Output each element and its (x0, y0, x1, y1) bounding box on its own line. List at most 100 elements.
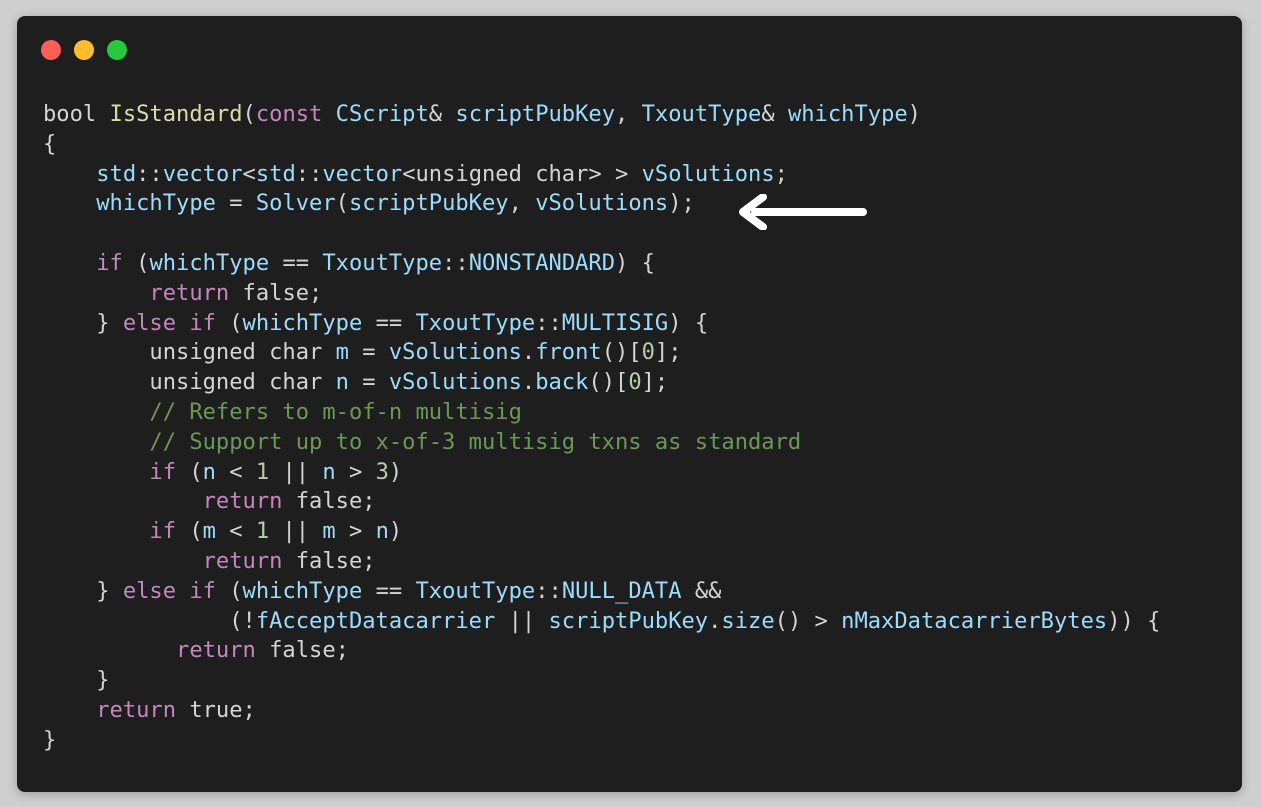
identifier-token: scriptPubKey (548, 607, 709, 634)
code-text: { (43, 130, 57, 157)
identifier-token: nMaxDatacarrierBytes (841, 607, 1108, 634)
code-text: ( (122, 249, 150, 276)
minimize-button[interactable] (74, 40, 94, 60)
code-text: () > (774, 607, 842, 634)
code-text: . (521, 339, 536, 366)
code-text: ]; (654, 339, 682, 366)
keyword-token: return (176, 637, 256, 664)
code-text: } (43, 726, 57, 753)
identifier-token: whichType (242, 577, 363, 604)
identifier-token: fAcceptDatacarrier (255, 607, 496, 634)
code-text: ( (215, 577, 243, 604)
code-text: & (428, 101, 456, 127)
code-line: } else if (whichType == TxoutType::MULTI… (43, 309, 1160, 339)
identifier-token: n (322, 458, 336, 485)
code-text: false; (229, 279, 323, 306)
code-line: std::vector<std::vector<unsigned char> >… (43, 160, 1160, 190)
code-window: bool IsStandard(const CScript& scriptPub… (17, 16, 1242, 792)
code-text: :: (442, 249, 469, 276)
close-button[interactable] (41, 40, 61, 60)
code-text: } (43, 309, 123, 336)
identifier-token: TxoutType (415, 309, 536, 336)
code-text: ; (774, 160, 788, 187)
code-line: } (43, 726, 1160, 756)
code-line: (!fAcceptDatacarrier || scriptPubKey.siz… (43, 607, 1160, 637)
keyword-token: if (149, 518, 177, 545)
number-token: 0 (628, 369, 642, 396)
code-line: // Refers to m-of-n multisig (43, 398, 1160, 428)
left-arrow-icon (739, 194, 867, 230)
code-text: <unsigned char> > (402, 160, 642, 187)
code-line: unsigned char m = vSolutions.front()[0]; (43, 338, 1160, 368)
identifier-token: front (535, 339, 602, 366)
identifier-token: vSolutions (641, 160, 775, 187)
identifier-token: whichType (242, 309, 363, 336)
code-text: )) { (1107, 607, 1161, 634)
identifier-token: m (202, 518, 216, 545)
code-text: ()[ (588, 369, 629, 396)
code-text: unsigned char (43, 339, 336, 366)
code-text: == (362, 309, 416, 336)
identifier-token: scriptPubKey (348, 190, 509, 217)
code-text: ) (388, 458, 403, 485)
code-text: false; (255, 637, 349, 664)
identifier-token: whichType (787, 101, 908, 127)
code-text: . (521, 369, 536, 396)
code-line: } (43, 666, 1160, 696)
code-block: bool IsStandard(const CScript& scriptPub… (43, 100, 1160, 756)
code-line: return false; (43, 636, 1160, 666)
code-text: bool (43, 101, 110, 127)
code-text: & (761, 101, 788, 127)
code-text: = (348, 339, 389, 366)
code-text: < (215, 518, 256, 545)
code-text: false; (282, 488, 376, 515)
code-text: ) { (615, 249, 655, 276)
identifier-token: std (255, 160, 296, 187)
code-line: // Support up to x-of-3 multisig txns as… (43, 428, 1160, 458)
keyword-token: return (96, 696, 177, 723)
code-text: ); (668, 190, 695, 217)
keyword-token: if (96, 249, 123, 276)
code-line: return true; (43, 696, 1160, 726)
number-token: 1 (255, 518, 270, 545)
code-text: true; (176, 696, 256, 723)
comment-token: // Refers to m-of-n multisig (149, 398, 522, 425)
code-text: ) (907, 101, 921, 127)
code-text: ) (388, 518, 403, 545)
code-text: = (348, 369, 389, 396)
identifier-token: m (322, 518, 336, 545)
code-text: && (681, 577, 722, 604)
identifier-token: scriptPubKey (455, 101, 616, 127)
code-line: unsigned char n = vSolutions.back()[0]; (43, 368, 1160, 398)
code-text: || (269, 518, 323, 545)
code-text: :: (535, 309, 562, 336)
keyword-token: return (149, 279, 230, 306)
maximize-button[interactable] (107, 40, 127, 60)
function-token: IsStandard (109, 101, 243, 127)
code-text: ( (176, 518, 203, 545)
code-text: unsigned char (43, 369, 336, 396)
identifier-token: whichType (149, 249, 270, 276)
identifier-token: size (721, 607, 775, 634)
code-text: :: (535, 577, 562, 604)
identifier-token: vSolutions (388, 369, 522, 396)
identifier-token: n (202, 458, 216, 485)
identifier-token: NULL_DATA (561, 577, 682, 604)
identifier-token: whichType (96, 190, 216, 217)
code-line: bool IsStandard(const CScript& scriptPub… (43, 100, 1160, 130)
code-text: ()[ (601, 339, 642, 366)
code-text: } (43, 577, 123, 604)
code-text: == (269, 249, 323, 276)
code-text: , (615, 101, 642, 127)
code-text: || (269, 458, 323, 485)
